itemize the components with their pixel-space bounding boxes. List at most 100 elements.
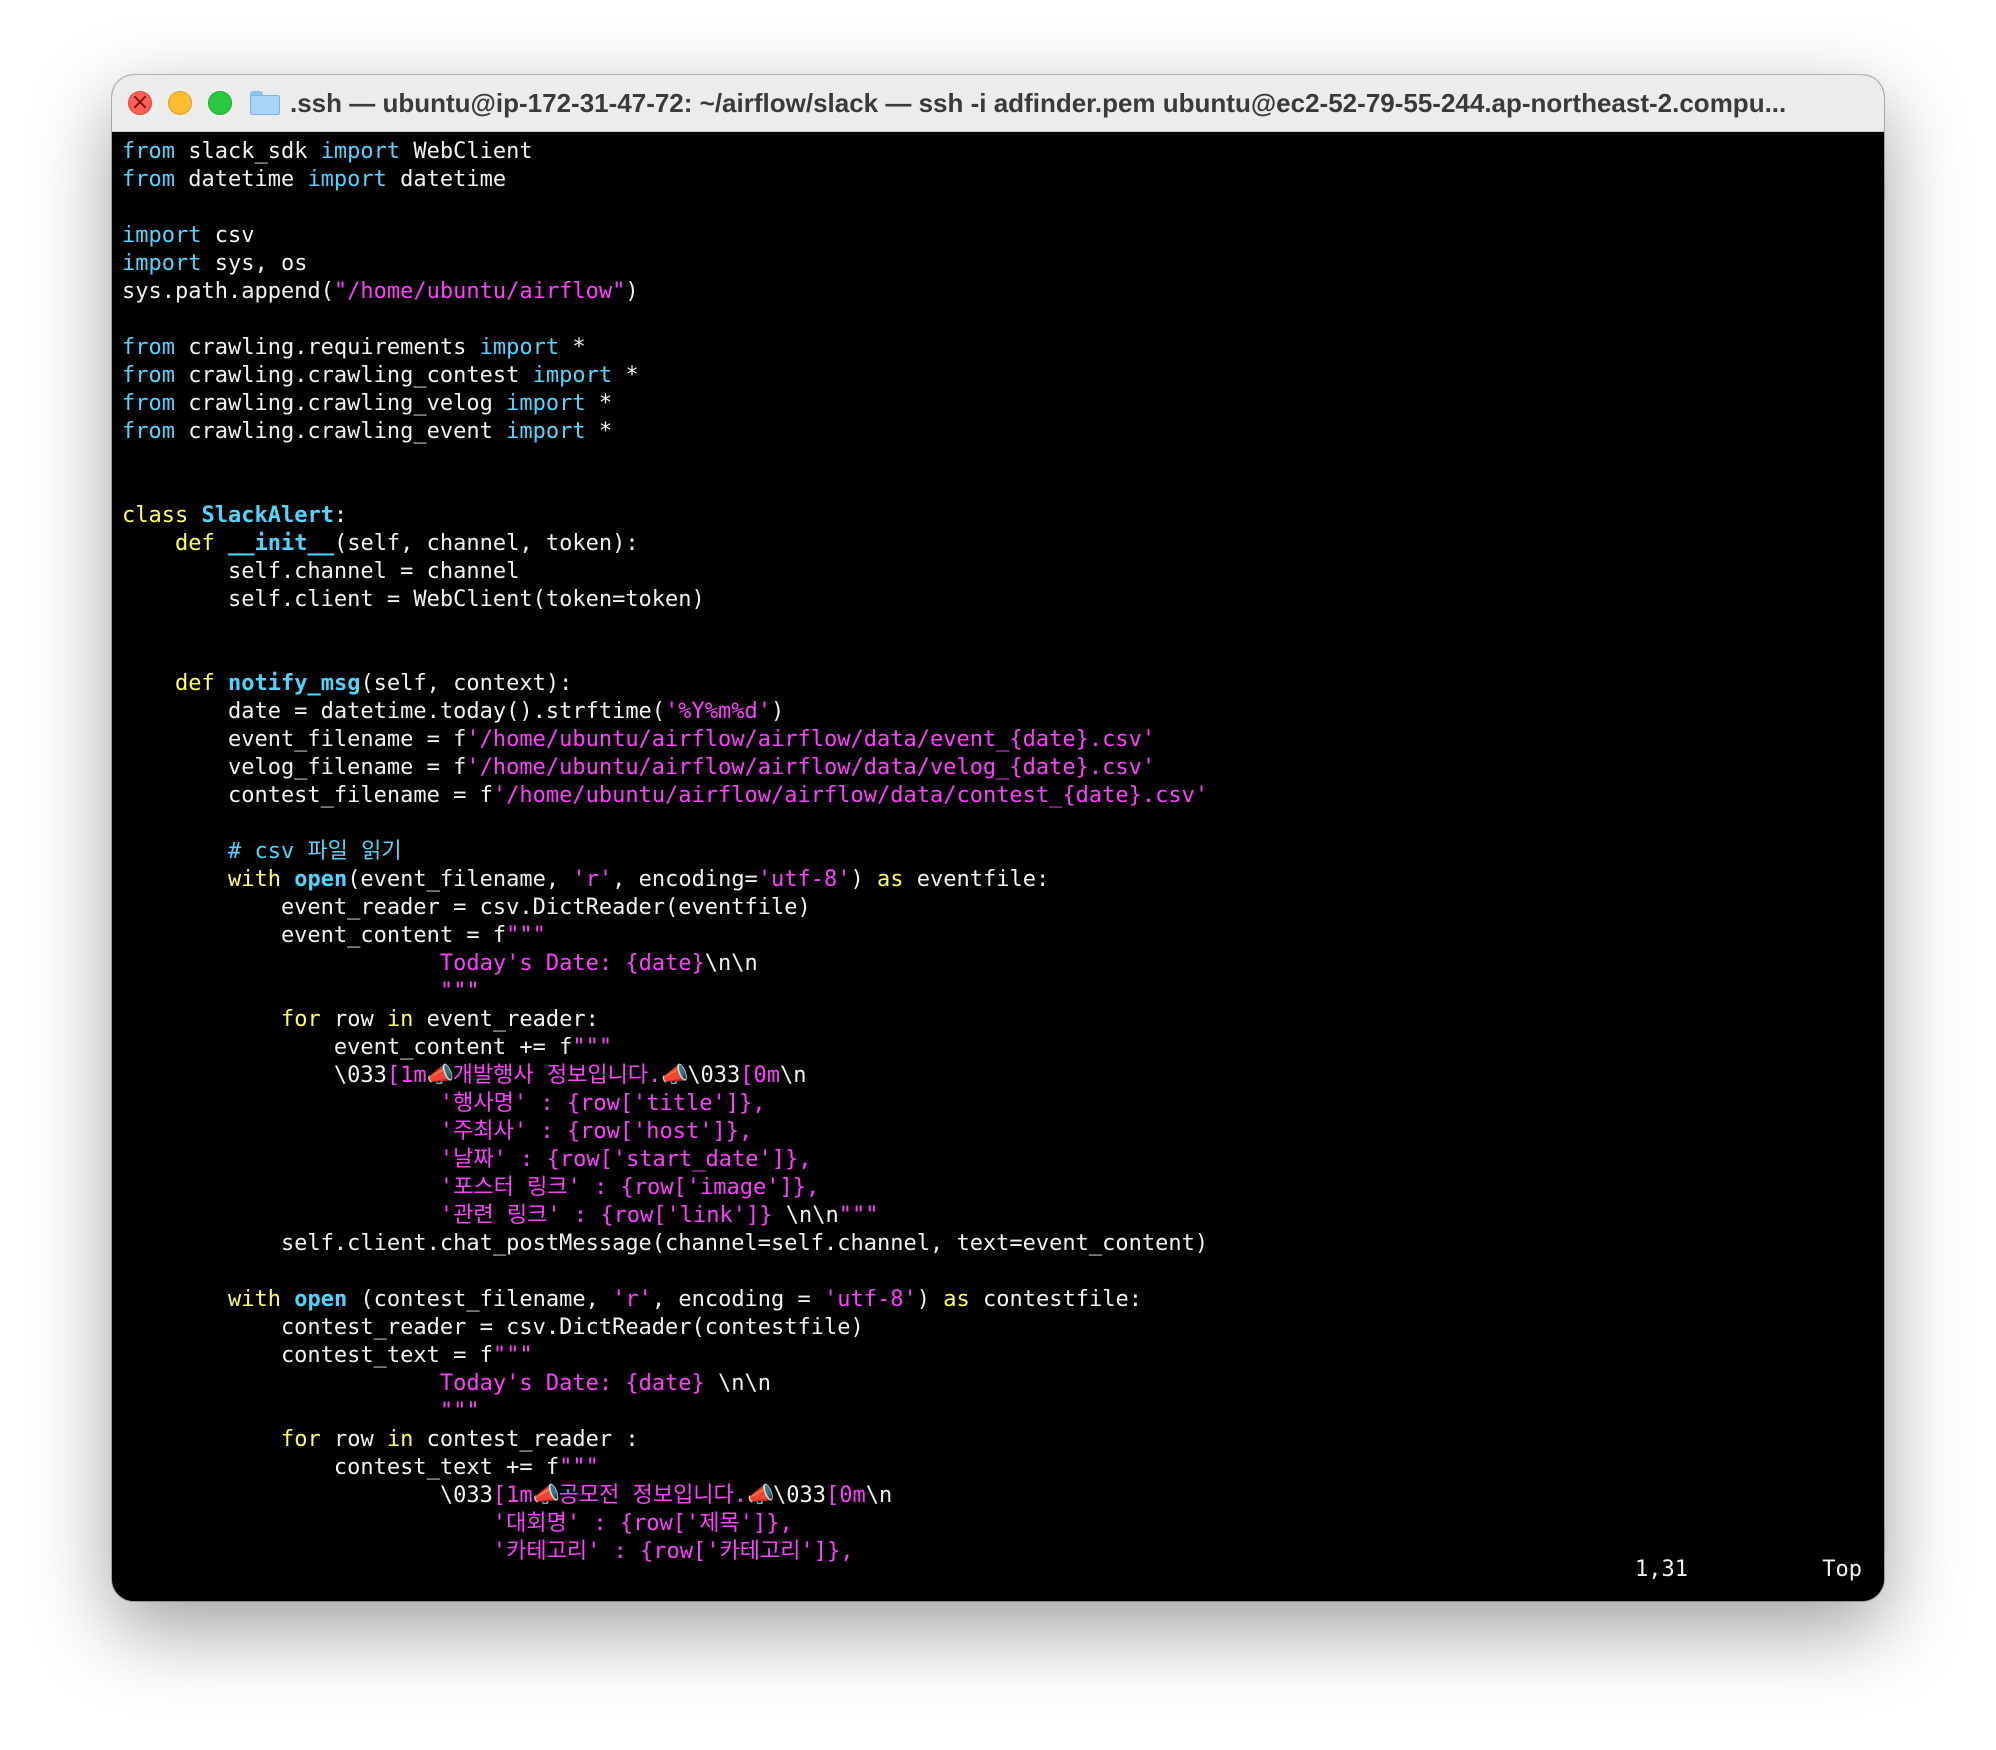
code-token: "/home/ubuntu/airflow" [333, 279, 626, 304]
code-line: event_content += f""" [122, 1034, 1884, 1062]
code-token: def [174, 671, 215, 696]
code-token: from [122, 139, 175, 164]
megaphone-icon: 📣 [661, 1063, 689, 1088]
cursor-position: 1,31 [1635, 1557, 1688, 1582]
code-token: event_filename = f [122, 727, 467, 752]
code-token: \033 [122, 1063, 387, 1088]
code-token: """ [838, 1203, 879, 1228]
code-token: Today's Date: {date} [439, 951, 705, 976]
code-token: import [122, 223, 202, 248]
code-token: Today's Date: {date} [439, 1371, 705, 1396]
code-token: self.client.chat_postMessage(channel=sel… [122, 1231, 1209, 1256]
code-token: crawling.crawling_contest [174, 363, 533, 388]
code-line: import sys, os [122, 250, 1884, 278]
code-token: , encoding = [651, 1287, 825, 1312]
code-token: """ [439, 979, 480, 1004]
megaphone-icon: 📣 [747, 1483, 775, 1508]
code-token: \n\n [772, 1203, 839, 1228]
code-token: with [227, 867, 281, 892]
code-line: '날짜' : {row['start_date']}, [122, 1146, 1884, 1174]
code-line: Today's Date: {date}\n\n [122, 950, 1884, 978]
code-token: * [559, 335, 586, 360]
code-token: self.client = WebClient(token=token) [122, 587, 705, 612]
code-token: import [532, 363, 613, 388]
code-token: event_content = f [122, 923, 507, 948]
code-token: csv [201, 223, 255, 248]
code-line: for row in contest_reader : [122, 1426, 1884, 1454]
code-token: in [386, 1007, 414, 1032]
code-line: import csv [122, 222, 1884, 250]
code-token: sys.path.append( [122, 279, 334, 304]
code-token: open [294, 867, 348, 892]
code-token: as [877, 867, 904, 892]
title-bar[interactable]: .ssh — ubuntu@ip-172-31-47-72: ~/airflow… [112, 75, 1884, 132]
code-token: * [585, 419, 613, 444]
code-token: SlackAlert [201, 503, 334, 528]
code-line: \033[1m📣개발행사 정보입니다.📣\033[0m\n [122, 1062, 1884, 1090]
close-button[interactable] [128, 89, 152, 117]
code-token: '관련 링크' : {row['link']} [439, 1203, 773, 1228]
code-token: \n [780, 1063, 807, 1088]
code-token: '포스터 링크' : {row['image']}, [439, 1175, 820, 1200]
code-token: contest_reader : [413, 1427, 639, 1452]
code-token: '/home/ubuntu/airflow/airflow/data/velog… [466, 755, 1156, 780]
code-line: '관련 링크' : {row['link']} \n\n""" [122, 1202, 1884, 1230]
code-token: date = datetime.today().strftime( [122, 699, 666, 724]
code-token: '행사명' : {row['title']}, [439, 1091, 766, 1116]
code-token: """ [439, 1399, 480, 1424]
code-token: '날짜' : {row['start_date']}, [439, 1147, 812, 1172]
folder-icon [250, 91, 280, 115]
code-token: def [174, 531, 215, 556]
code-token: '%Y%m%d' [665, 699, 772, 724]
code-token: \n\n [704, 951, 758, 976]
code-line: Today's Date: {date} \n\n [122, 1370, 1884, 1398]
code-token: \n [865, 1483, 893, 1508]
code-token: """ [506, 923, 546, 948]
code-token: event_reader = csv.DictReader(eventfile) [122, 895, 811, 920]
code-line: with open(event_filename, 'r', encoding=… [122, 866, 1884, 894]
code-token: slack_sdk [174, 139, 321, 164]
code-token: row [320, 1427, 387, 1452]
code-token: 'r' [612, 1287, 652, 1312]
megaphone-icon: 📣 [532, 1483, 561, 1508]
code-line: \033[1m📣공모전 정보입니다.📣\033[0m\n [122, 1482, 1884, 1510]
code-token: 개발행사 정보입니다. [452, 1063, 662, 1088]
code-token: 'utf-8' [757, 867, 851, 892]
code-token: [1m [492, 1483, 533, 1508]
code-token: '대회명' : {row['제목']}, [492, 1511, 793, 1536]
code-token: for [280, 1427, 321, 1452]
code-token: \n\n [704, 1371, 772, 1396]
code-token: """ [559, 1455, 599, 1480]
code-line: from crawling.crawling_contest import * [122, 362, 1884, 390]
terminal-content[interactable]: from slack_sdk import WebClient from date… [112, 132, 1884, 1601]
code-token: [0m [826, 1483, 866, 1508]
window-title: .ssh — ubuntu@ip-172-31-47-72: ~/airflow… [290, 87, 1787, 118]
code-token: '/home/ubuntu/airflow/airflow/data/conte… [492, 783, 1209, 808]
code-token: from [122, 335, 175, 360]
code-token: * [612, 363, 639, 388]
code-token: contest_text += f [122, 1455, 560, 1480]
code-line: contest_reader = csv.DictReader(contestf… [122, 1314, 1884, 1342]
code-token: [0m [740, 1063, 781, 1088]
code-token: ) [771, 699, 785, 724]
code-token: '/home/ubuntu/airflow/airflow/data/event… [466, 727, 1156, 752]
minimize-button[interactable] [168, 91, 192, 115]
zoom-button[interactable] [208, 91, 232, 115]
code-token: datetime [174, 167, 308, 192]
code-token: contest_filename = f [122, 783, 493, 808]
code-editor[interactable]: from slack_sdk import WebClient from date… [122, 138, 1884, 1566]
